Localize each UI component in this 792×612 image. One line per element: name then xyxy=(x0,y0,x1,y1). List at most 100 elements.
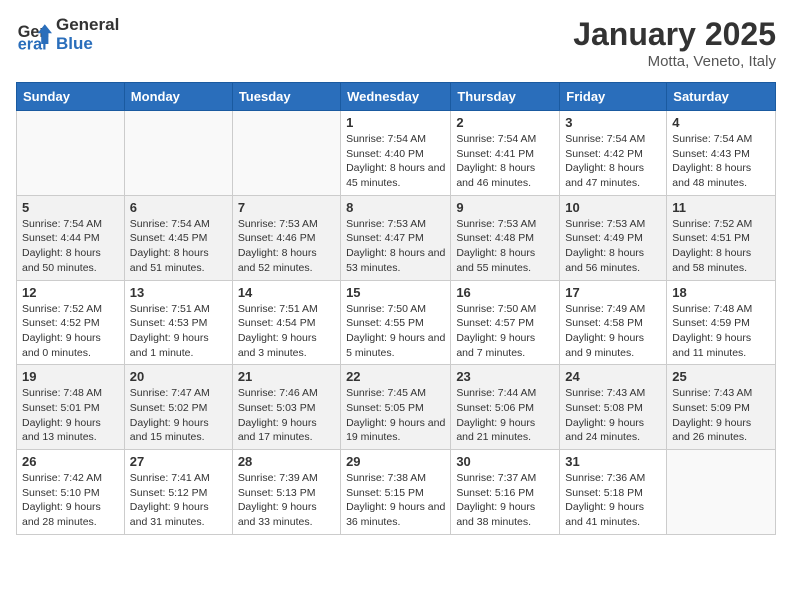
weekday-header: Monday xyxy=(124,83,232,111)
calendar-header-row: SundayMondayTuesdayWednesdayThursdayFrid… xyxy=(17,83,776,111)
calendar-cell xyxy=(17,111,125,196)
calendar-cell: 7 Sunrise: 7:53 AMSunset: 4:46 PMDaylight… xyxy=(232,195,340,280)
day-info: Sunrise: 7:49 AMSunset: 4:58 PMDaylight:… xyxy=(565,302,661,361)
calendar-cell: 24 Sunrise: 7:43 AMSunset: 5:08 PMDayligh… xyxy=(560,365,667,450)
month-title: January 2025 xyxy=(573,16,776,53)
calendar-cell: 11Sunrise: 7:52 AMSunset: 4:51 PMDayligh… xyxy=(667,195,776,280)
day-info: Sunrise: 7:54 AMSunset: 4:43 PMDaylight:… xyxy=(672,132,770,191)
day-number: 27 xyxy=(130,454,227,469)
day-number: 5 xyxy=(22,200,119,215)
day-info: Sunrise: 7:37 AMSunset: 5:16 PMDaylight:… xyxy=(456,471,554,530)
day-number: 22 xyxy=(346,369,445,384)
day-info: Sunrise: 7:46 AMSunset: 5:03 PMDaylight:… xyxy=(238,386,335,445)
day-number: 20 xyxy=(130,369,227,384)
calendar-cell: 21 Sunrise: 7:46 AMSunset: 5:03 PMDayligh… xyxy=(232,365,340,450)
calendar-cell: 18 Sunrise: 7:48 AMSunset: 4:59 PMDayligh… xyxy=(667,280,776,365)
day-number: 28 xyxy=(238,454,335,469)
day-number: 1 xyxy=(346,115,445,130)
calendar-week-row: 26 Sunrise: 7:42 AMSunset: 5:10 PMDayligh… xyxy=(17,450,776,535)
logo-text: General Blue xyxy=(56,16,119,53)
day-number: 23 xyxy=(456,369,554,384)
calendar-cell xyxy=(124,111,232,196)
calendar-cell: 17Sunrise: 7:49 AMSunset: 4:58 PMDayligh… xyxy=(560,280,667,365)
calendar-week-row: 12 Sunrise: 7:52 AMSunset: 4:52 PMDayligh… xyxy=(17,280,776,365)
day-info: Sunrise: 7:54 AMSunset: 4:40 PMDaylight:… xyxy=(346,132,445,191)
day-number: 19 xyxy=(22,369,119,384)
page-header: Gen eral General Blue January 2025 Motta… xyxy=(16,16,776,70)
day-info: Sunrise: 7:53 AMSunset: 4:49 PMDaylight:… xyxy=(565,217,661,276)
day-info: Sunrise: 7:38 AMSunset: 5:15 PMDaylight:… xyxy=(346,471,445,530)
day-info: Sunrise: 7:50 AMSunset: 4:57 PMDaylight:… xyxy=(456,302,554,361)
day-info: Sunrise: 7:41 AMSunset: 5:12 PMDaylight:… xyxy=(130,471,227,530)
day-info: Sunrise: 7:51 AMSunset: 4:54 PMDaylight:… xyxy=(238,302,335,361)
calendar-cell: 28 Sunrise: 7:39 AMSunset: 5:13 PMDayligh… xyxy=(232,450,340,535)
day-info: Sunrise: 7:51 AMSunset: 4:53 PMDaylight:… xyxy=(130,302,227,361)
calendar-cell: 19 Sunrise: 7:48 AMSunset: 5:01 PMDayligh… xyxy=(17,365,125,450)
day-info: Sunrise: 7:53 AMSunset: 4:48 PMDaylight:… xyxy=(456,217,554,276)
day-number: 6 xyxy=(130,200,227,215)
calendar-cell: 27 Sunrise: 7:41 AMSunset: 5:12 PMDayligh… xyxy=(124,450,232,535)
day-number: 29 xyxy=(346,454,445,469)
day-info: Sunrise: 7:54 AMSunset: 4:41 PMDaylight:… xyxy=(456,132,554,191)
day-info: Sunrise: 7:54 AMSunset: 4:44 PMDaylight:… xyxy=(22,217,119,276)
weekday-header: Friday xyxy=(560,83,667,111)
title-block: January 2025 Motta, Veneto, Italy xyxy=(573,16,776,70)
location: Motta, Veneto, Italy xyxy=(573,53,776,70)
day-info: Sunrise: 7:42 AMSunset: 5:10 PMDaylight:… xyxy=(22,471,119,530)
day-info: Sunrise: 7:50 AMSunset: 4:55 PMDaylight:… xyxy=(346,302,445,361)
calendar-cell: 25 Sunrise: 7:43 AMSunset: 5:09 PMDayligh… xyxy=(667,365,776,450)
day-number: 7 xyxy=(238,200,335,215)
calendar-cell: 10 Sunrise: 7:53 AMSunset: 4:49 PMDayligh… xyxy=(560,195,667,280)
day-info: Sunrise: 7:48 AMSunset: 5:01 PMDaylight:… xyxy=(22,386,119,445)
logo-blue: Blue xyxy=(56,35,119,54)
day-info: Sunrise: 7:52 AMSunset: 4:52 PMDaylight:… xyxy=(22,302,119,361)
day-info: Sunrise: 7:48 AMSunset: 4:59 PMDaylight:… xyxy=(672,302,770,361)
day-info: Sunrise: 7:43 AMSunset: 5:08 PMDaylight:… xyxy=(565,386,661,445)
day-info: Sunrise: 7:39 AMSunset: 5:13 PMDaylight:… xyxy=(238,471,335,530)
calendar-cell: 14 Sunrise: 7:51 AMSunset: 4:54 PMDayligh… xyxy=(232,280,340,365)
day-info: Sunrise: 7:44 AMSunset: 5:06 PMDaylight:… xyxy=(456,386,554,445)
day-info: Sunrise: 7:45 AMSunset: 5:05 PMDaylight:… xyxy=(346,386,445,445)
day-info: Sunrise: 7:47 AMSunset: 5:02 PMDaylight:… xyxy=(130,386,227,445)
day-number: 13 xyxy=(130,285,227,300)
calendar-week-row: 1 Sunrise: 7:54 AMSunset: 4:40 PMDaylight… xyxy=(17,111,776,196)
day-number: 21 xyxy=(238,369,335,384)
calendar-cell: 15 Sunrise: 7:50 AMSunset: 4:55 PMDayligh… xyxy=(341,280,451,365)
day-number: 8 xyxy=(346,200,445,215)
day-number: 24 xyxy=(565,369,661,384)
weekday-header: Thursday xyxy=(451,83,560,111)
day-number: 26 xyxy=(22,454,119,469)
calendar-cell: 13 Sunrise: 7:51 AMSunset: 4:53 PMDayligh… xyxy=(124,280,232,365)
day-number: 10 xyxy=(565,200,661,215)
day-number: 16 xyxy=(456,285,554,300)
day-number: 25 xyxy=(672,369,770,384)
day-info: Sunrise: 7:53 AMSunset: 4:46 PMDaylight:… xyxy=(238,217,335,276)
day-info: Sunrise: 7:43 AMSunset: 5:09 PMDaylight:… xyxy=(672,386,770,445)
calendar-cell: 12 Sunrise: 7:52 AMSunset: 4:52 PMDayligh… xyxy=(17,280,125,365)
weekday-header: Sunday xyxy=(17,83,125,111)
calendar-week-row: 19 Sunrise: 7:48 AMSunset: 5:01 PMDayligh… xyxy=(17,365,776,450)
calendar-cell: 30Sunrise: 7:37 AMSunset: 5:16 PMDayligh… xyxy=(451,450,560,535)
day-number: 18 xyxy=(672,285,770,300)
day-number: 14 xyxy=(238,285,335,300)
calendar-cell: 9 Sunrise: 7:53 AMSunset: 4:48 PMDaylight… xyxy=(451,195,560,280)
calendar-cell xyxy=(232,111,340,196)
logo: Gen eral General Blue xyxy=(16,16,119,53)
weekday-header: Wednesday xyxy=(341,83,451,111)
day-info: Sunrise: 7:36 AMSunset: 5:18 PMDaylight:… xyxy=(565,471,661,530)
day-number: 12 xyxy=(22,285,119,300)
day-info: Sunrise: 7:54 AMSunset: 4:42 PMDaylight:… xyxy=(565,132,661,191)
calendar-cell: 2 Sunrise: 7:54 AMSunset: 4:41 PMDaylight… xyxy=(451,111,560,196)
day-number: 9 xyxy=(456,200,554,215)
day-number: 15 xyxy=(346,285,445,300)
calendar-cell: 26 Sunrise: 7:42 AMSunset: 5:10 PMDayligh… xyxy=(17,450,125,535)
calendar-cell: 29 Sunrise: 7:38 AMSunset: 5:15 PMDayligh… xyxy=(341,450,451,535)
calendar-week-row: 5 Sunrise: 7:54 AMSunset: 4:44 PMDaylight… xyxy=(17,195,776,280)
calendar-cell: 16 Sunrise: 7:50 AMSunset: 4:57 PMDayligh… xyxy=(451,280,560,365)
logo-general: General xyxy=(56,16,119,35)
logo-icon: Gen eral xyxy=(16,17,52,53)
day-info: Sunrise: 7:53 AMSunset: 4:47 PMDaylight:… xyxy=(346,217,445,276)
calendar-cell: 3Sunrise: 7:54 AMSunset: 4:42 PMDaylight… xyxy=(560,111,667,196)
calendar-cell: 4Sunrise: 7:54 AMSunset: 4:43 PMDaylight… xyxy=(667,111,776,196)
day-number: 2 xyxy=(456,115,554,130)
